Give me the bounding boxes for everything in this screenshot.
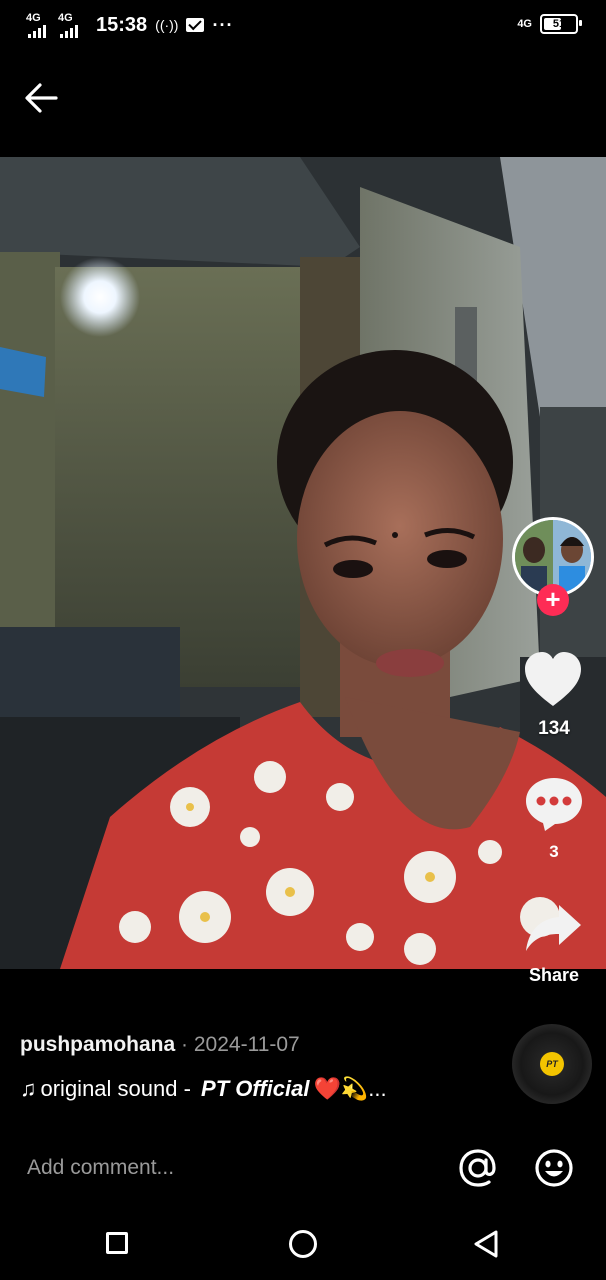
comment-count: 3 [549,842,559,861]
sound-artist: PT Official [201,1076,310,1101]
signal-icon: 4G [26,12,50,38]
like-button[interactable] [523,650,583,710]
status-bar: 4G 4G 15:38 ((·)) ··· 4G 51 [0,0,606,56]
add-comment-input[interactable] [27,1150,427,1186]
home-button[interactable] [289,1230,317,1258]
network-4g-icon: 4G [517,18,532,30]
comment-button[interactable] [523,775,585,833]
status-right: 4G 51 [517,14,582,34]
status-left: 4G 4G 15:38 ((·)) ··· [26,12,233,38]
author-line: pushpamohana · 2024-11-07 [20,1033,300,1057]
comment-bubble-icon [526,778,582,831]
like-count: 134 [538,718,570,739]
emoji-button[interactable] [532,1146,576,1190]
triangle-back-icon [474,1230,498,1258]
battery-level: 51 [552,18,566,30]
hotspot-icon: ((·)) [155,17,179,33]
at-sign-icon [459,1149,496,1187]
post-date: 2024-11-07 [193,1033,300,1056]
system-back-button[interactable] [470,1228,502,1260]
follow-button[interactable]: + [537,584,569,616]
network-type-label: 4G [58,12,73,24]
more-notifications-icon: ··· [212,14,234,35]
music-disc-button[interactable]: PT [512,1024,592,1104]
signal-icon: 4G [58,12,82,38]
back-button[interactable] [22,78,62,118]
battery-icon: 51 [540,14,582,34]
heart-icon [525,652,581,706]
username-link[interactable]: pushpamohana [20,1033,175,1056]
sound-suffix: ❤️💫... [313,1076,387,1101]
share-button[interactable] [523,903,583,955]
smiley-icon [535,1149,573,1187]
mail-icon [186,18,205,32]
mention-button[interactable] [456,1146,500,1190]
separator-dot: · [181,1033,189,1056]
clock: 15:38 [96,13,148,36]
sound-prefix: original sound - [40,1076,198,1101]
arrow-left-icon [25,83,58,113]
avatar-image [515,520,591,594]
disc-label: PT [540,1052,564,1076]
share-arrow-icon [526,905,581,951]
music-note-icon: ♫ [20,1076,37,1101]
recent-apps-button[interactable] [106,1232,128,1254]
system-nav-bar [0,1210,606,1280]
sound-link[interactable]: ♫ original sound - PT Official ❤️💫... [20,1076,387,1102]
network-type-label: 4G [26,12,41,24]
share-label: Share [528,965,580,985]
